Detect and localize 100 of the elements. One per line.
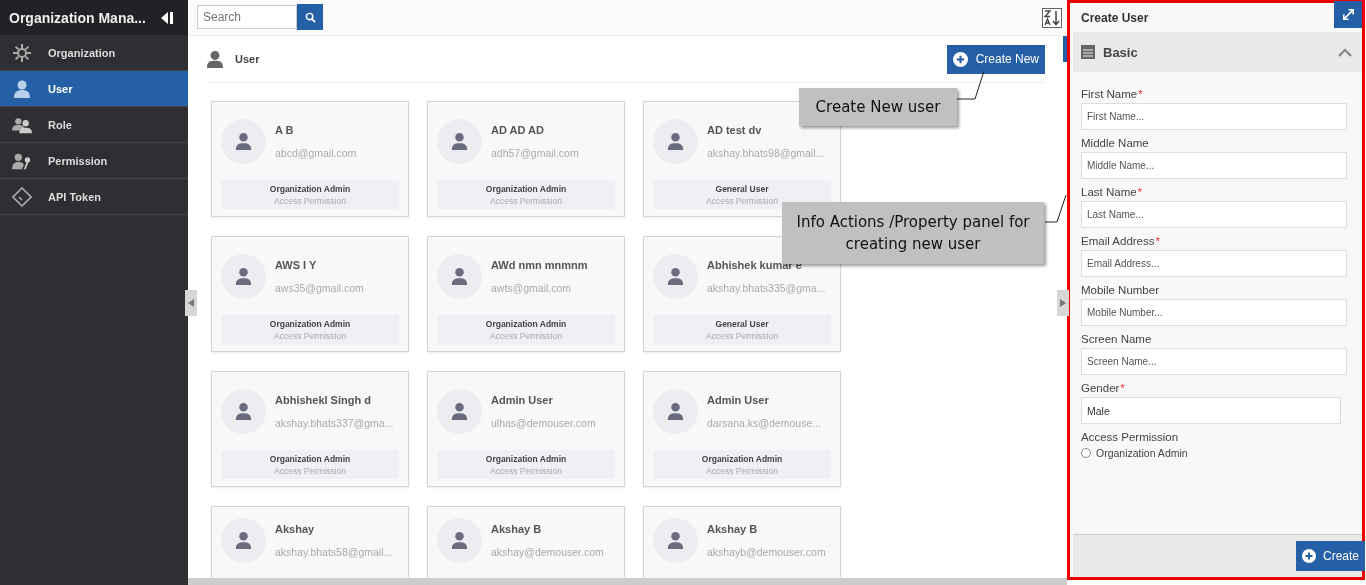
create-button[interactable]: Create — [1295, 541, 1365, 571]
radio-option[interactable]: Organization Admin — [1081, 447, 1347, 459]
role-caption: Access Permission — [490, 330, 562, 341]
user-name: Akshay — [275, 522, 316, 535]
input-field[interactable]: Middle Name... — [1081, 152, 1347, 179]
avatar-icon — [437, 388, 482, 434]
person-icon — [12, 78, 32, 99]
role-caption: Access Permission — [490, 195, 562, 206]
field-label: Mobile Number — [1081, 284, 1160, 296]
search-field[interactable]: Search — [197, 5, 297, 29]
leader-line — [1045, 195, 1067, 223]
search-button[interactable] — [297, 4, 323, 30]
role-name: Organization Admin — [701, 453, 783, 464]
role-name: Organization Admin — [269, 183, 351, 194]
user-name: AWS I Y — [275, 258, 318, 271]
role-name: Organization Admin — [485, 453, 567, 464]
user-name: AWd nmn mnmnm — [491, 258, 588, 271]
avatar-icon — [221, 517, 266, 563]
user-email: abcd@gmail.com — [275, 146, 357, 159]
section-header[interactable]: Basic — [1073, 32, 1362, 72]
plus-circle-icon — [952, 51, 968, 67]
input-field[interactable]: Email Address... — [1081, 250, 1347, 277]
role-caption: Access Permission — [274, 195, 346, 206]
field-label: Email Address* — [1081, 235, 1161, 247]
role-caption: Access Permission — [274, 465, 346, 476]
person-icon — [207, 50, 223, 68]
gender-select[interactable]: Male — [1081, 397, 1341, 424]
user-card[interactable]: AWS I Y aws35@gmail.com Organization Admin Access Permission — [211, 236, 409, 352]
panel-title: Create User — [1081, 10, 1149, 25]
avatar-icon — [653, 118, 698, 164]
sidebar-item[interactable]: Role — [0, 107, 188, 143]
annotation-tooltip: Create New user — [799, 88, 957, 126]
avatar-icon — [437, 253, 482, 299]
avatar-icon — [653, 253, 698, 299]
horizontal-scrollbar[interactable] — [188, 578, 1067, 585]
form-icon — [1081, 45, 1095, 59]
user-email: akshayb@demouser.com — [707, 545, 826, 558]
input-field[interactable]: Screen Name... — [1081, 348, 1347, 375]
role-caption: Access Permission — [274, 330, 346, 341]
user-email: akshay.bhats98@gmail... — [707, 146, 825, 159]
create-new-button[interactable]: Create New — [946, 44, 1045, 74]
user-email: akshay.bhats58@gmail... — [275, 545, 393, 558]
role-name: Organization Admin — [269, 453, 351, 464]
field-label: First Name* — [1081, 88, 1144, 100]
user-email: awts@gmail.com — [491, 281, 573, 294]
plus-circle-icon — [1301, 549, 1316, 563]
collapse-handle[interactable] — [185, 290, 197, 316]
user-name: AD AD AD — [491, 123, 545, 136]
search-icon — [304, 11, 316, 23]
chevron-icon — [1338, 47, 1352, 57]
input-field[interactable]: Last Name... — [1081, 201, 1347, 228]
user-email: adh57@gmail.com — [491, 146, 579, 159]
user-card[interactable]: AD AD AD adh57@gmail.com Organization Admin Access Permission — [427, 101, 625, 217]
role-name: General User — [715, 183, 769, 194]
expand-handle[interactable] — [1057, 290, 1069, 316]
ticket-icon — [12, 186, 32, 207]
sidebar-item[interactable]: Permission — [0, 143, 188, 179]
avatar-icon — [221, 118, 266, 164]
role-caption: Access Permission — [706, 465, 778, 476]
user-name: A B — [275, 123, 295, 136]
gear-icon — [12, 42, 32, 63]
avatar-icon — [653, 388, 698, 434]
role-caption: Access Permission — [490, 465, 562, 476]
expand-button[interactable] — [1334, 1, 1362, 28]
role-name: Organization Admin — [485, 318, 567, 329]
user-card[interactable]: Akshay B akshayb@demouser.com — [643, 506, 841, 577]
field-label: Screen Name — [1081, 333, 1153, 345]
user-card[interactable]: Admin User ulhas@demouser.com Organization Admin Access Permission — [427, 371, 625, 487]
field-label: Gender* — [1081, 382, 1126, 394]
user-email: darsana.ks@demouse... — [707, 416, 821, 429]
user-card[interactable]: AWd nmn mnmnm awts@gmail.com Organization Admin Access Permission — [427, 236, 625, 352]
field-label: Last Name* — [1081, 186, 1144, 198]
user-email: akshay@demouser.com — [491, 545, 604, 558]
role-caption: Access Permission — [706, 330, 778, 341]
role-caption: Access Permission — [706, 195, 778, 206]
input-field[interactable]: Mobile Number... — [1081, 299, 1347, 326]
user-card[interactable]: Akshay B akshay@demouser.com — [427, 506, 625, 577]
app-title: Organization Mana... — [9, 9, 146, 26]
role-name: Organization Admin — [269, 318, 351, 329]
collapse-icon[interactable] — [159, 10, 173, 25]
user-name: AD test dv — [707, 123, 763, 136]
user-card[interactable]: Abhishekl Singh d akshay.bhats337@gma... Organization Admin Access Permission — [211, 371, 409, 487]
user-email: aws35@gmail.com — [275, 281, 364, 294]
page-title: User — [235, 53, 260, 65]
user-card[interactable]: Admin User darsana.ks@demouse... Organization Admin Access Permission — [643, 371, 841, 487]
user-name: Abhishekl Singh d — [275, 393, 372, 406]
avatar-icon — [437, 517, 482, 563]
user-email: ulhas@demouser.com — [491, 416, 596, 429]
user-card[interactable]: Akshay akshay.bhats58@gmail... — [211, 506, 409, 577]
user-email: akshay.bhats337@gma... — [275, 416, 394, 429]
user-card[interactable]: A B abcd@gmail.com Organization Admin Access Permission — [211, 101, 409, 217]
input-field[interactable]: First Name... — [1081, 103, 1347, 130]
expand-icon — [1340, 7, 1356, 22]
avatar-icon — [221, 388, 266, 434]
user-email: akshay.bhats335@gma... — [707, 281, 826, 294]
sort-icon[interactable] — [1042, 7, 1062, 28]
leader-line — [957, 71, 985, 101]
role-name: Organization Admin — [485, 183, 567, 194]
user-name: Akshay B — [491, 522, 543, 535]
sidebar-item[interactable]: User — [0, 71, 188, 107]
